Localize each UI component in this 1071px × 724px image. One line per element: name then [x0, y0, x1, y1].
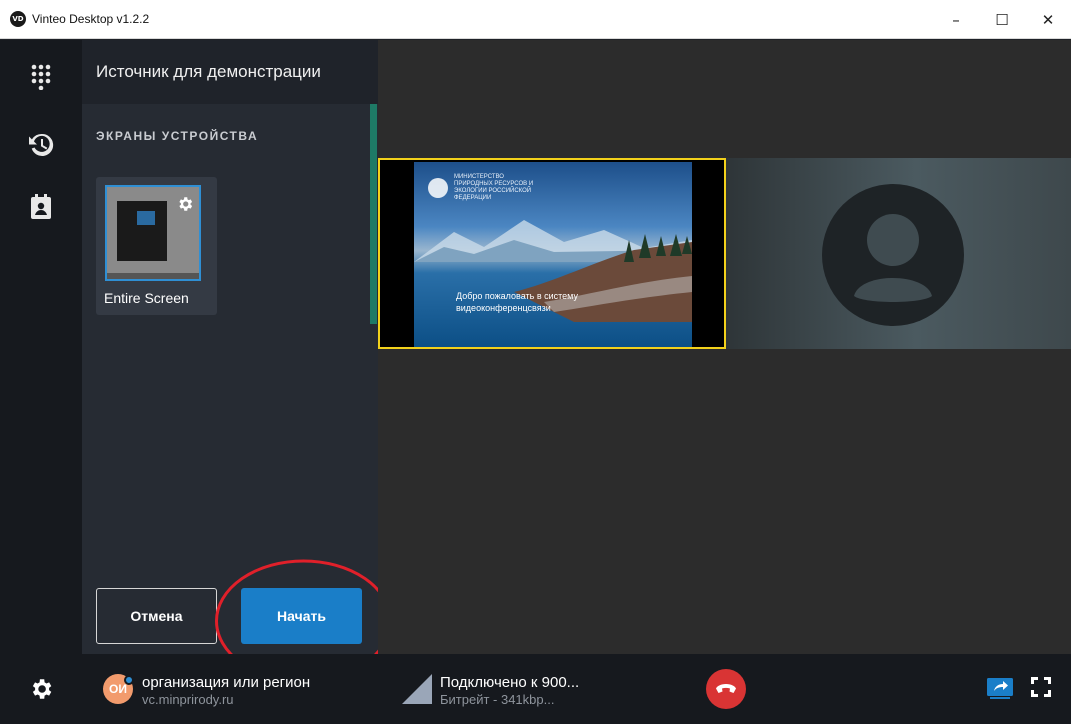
hangup-button[interactable]	[706, 669, 746, 709]
self-video-tile[interactable]	[726, 158, 1071, 349]
app-logo-icon: VD	[10, 11, 26, 27]
dialpad-button[interactable]	[24, 60, 58, 94]
panel-title: Источник для демонстрации	[82, 40, 378, 104]
call-control-bar: ОИ организация или регион vc.minprirody.…	[0, 654, 1071, 724]
contacts-button[interactable]	[24, 190, 58, 224]
phone-hangup-icon	[716, 684, 736, 693]
contact-status-dot	[124, 675, 134, 685]
dialpad-icon	[31, 64, 51, 90]
close-button[interactable]: ✕	[1025, 0, 1071, 39]
globe-logo-icon	[428, 178, 448, 198]
minimize-button[interactable]: –	[933, 0, 979, 39]
fullscreen-icon[interactable]	[1030, 676, 1052, 698]
slide-logo: МИНИСТЕРСТВО ПРИРОДНЫХ РЕСУРСОВ И ЭКОЛОГ…	[428, 174, 544, 202]
user-placeholder-icon	[822, 184, 964, 326]
contact-name: организация или регион	[142, 674, 311, 691]
presentation-slide: МИНИСТЕРСТВО ПРИРОДНЫХ РЕСУРСОВ И ЭКОЛОГ…	[414, 162, 692, 347]
history-icon	[29, 133, 54, 156]
screen-option-label: Entire Screen	[104, 290, 189, 306]
gear-icon	[179, 197, 193, 211]
window-controls: – ☐ ✕	[933, 0, 1071, 39]
history-button[interactable]	[24, 128, 58, 162]
window-titlebar: VD Vinteo Desktop v1.2.2 – ☐ ✕	[0, 0, 1071, 39]
cancel-button[interactable]: Отмена	[96, 588, 217, 644]
maximize-button[interactable]: ☐	[979, 0, 1025, 39]
panel-scrollbar[interactable]	[370, 104, 377, 324]
contact-host: vc.minprirody.ru	[142, 692, 234, 707]
slide-organization-text: МИНИСТЕРСТВО ПРИРОДНЫХ РЕСУРСОВ И ЭКОЛОГ…	[454, 174, 534, 201]
screen-option-entire-screen[interactable]: Entire Screen	[96, 177, 217, 315]
active-video-tile[interactable]: МИНИСТЕРСТВО ПРИРОДНЫХ РЕСУРСОВ И ЭКОЛОГ…	[378, 158, 726, 349]
nav-rail	[0, 40, 82, 654]
bitrate-text: Битрейт - 341kbp...	[440, 692, 555, 707]
window-title: Vinteo Desktop v1.2.2	[32, 12, 150, 26]
slide-welcome-text: Добро пожаловать в систему видеоконферен…	[456, 291, 578, 313]
settings-gear-icon[interactable]	[28, 676, 54, 702]
device-screens-heading: ЭКРАНЫ УСТРОЙСТВА	[96, 129, 259, 143]
screen-share-icon[interactable]	[986, 676, 1014, 700]
video-stage: МИНИСТЕРСТВО ПРИРОДНЫХ РЕСУРСОВ И ЭКОЛОГ…	[378, 40, 1071, 654]
start-button[interactable]: Начать	[241, 588, 362, 644]
share-source-panel: Источник для демонстрации ЭКРАНЫ УСТРОЙС…	[82, 40, 378, 654]
signal-strength-icon	[402, 674, 432, 704]
contacts-icon	[31, 194, 51, 219]
connection-status: Подключено к 900...	[440, 674, 580, 691]
